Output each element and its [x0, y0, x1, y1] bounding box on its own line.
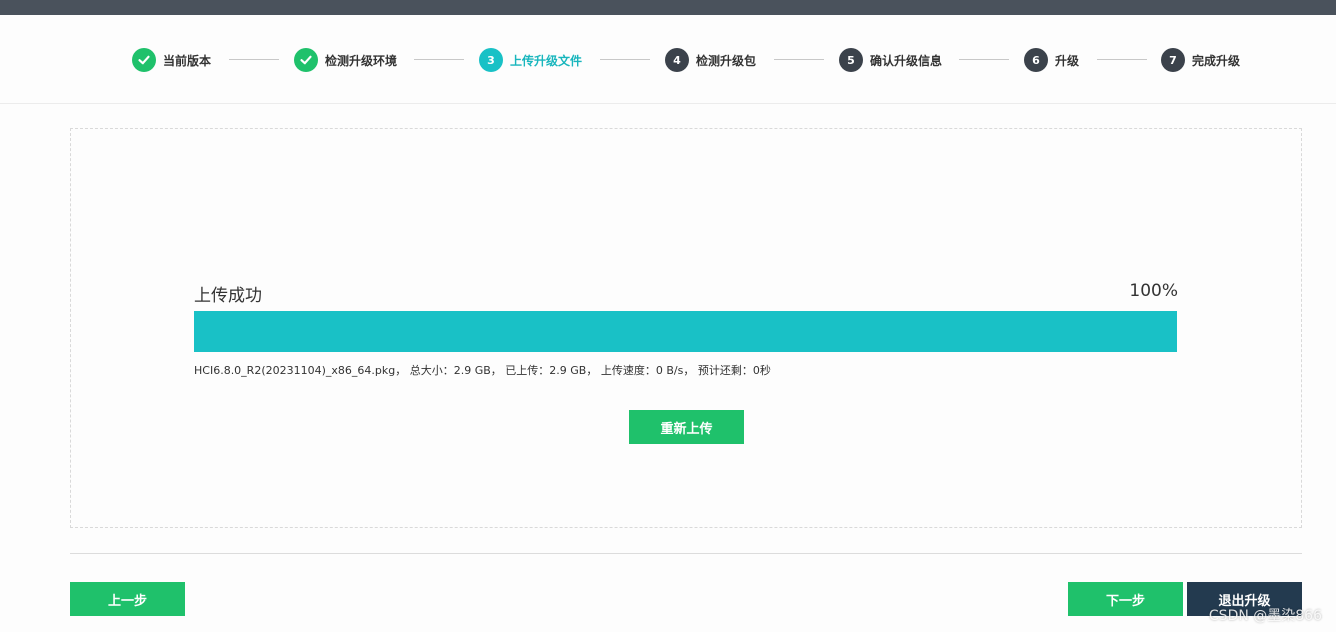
step-connector [774, 59, 824, 60]
step-label: 检测升级包 [696, 53, 757, 68]
step-connector [229, 59, 279, 60]
step-number-badge: 4 [665, 48, 689, 72]
step-number-badge: 6 [1024, 48, 1048, 72]
check-icon [132, 48, 156, 72]
step-current-version: 当前版本 [132, 48, 211, 72]
step-upload-file: 3 上传升级文件 [479, 48, 582, 72]
reupload-button[interactable]: 重新上传 [629, 410, 744, 444]
upload-file-info: HCI6.8.0_R2(20231104)_x86_64.pkg， 总大小：2.… [194, 364, 771, 377]
step-connector [414, 59, 464, 60]
step-label: 当前版本 [163, 53, 212, 68]
step-label: 完成升级 [1192, 53, 1241, 68]
upload-percent: 100% [1129, 281, 1178, 301]
watermark: CSDN @墨染866 [1208, 608, 1322, 624]
step-connector [1097, 59, 1147, 60]
step-upgrade: 6 升级 [1024, 48, 1079, 72]
step-connector [959, 59, 1009, 60]
check-icon [294, 48, 318, 72]
upload-progress-bar [194, 311, 1177, 352]
footer-divider [70, 553, 1302, 554]
step-number-badge: 7 [1161, 48, 1185, 72]
next-step-button[interactable]: 下一步 [1068, 582, 1183, 616]
top-bar [0, 0, 1336, 15]
upload-status: 上传成功 [194, 286, 262, 306]
previous-step-button[interactable]: 上一步 [70, 582, 185, 616]
step-check-package: 4 检测升级包 [665, 48, 756, 72]
step-number-badge: 5 [839, 48, 863, 72]
step-label: 上传升级文件 [510, 53, 583, 68]
upload-progress-fill [194, 311, 1177, 352]
step-number-badge: 3 [479, 48, 503, 72]
step-label: 检测升级环境 [325, 53, 398, 68]
step-finish-upgrade: 7 完成升级 [1161, 48, 1240, 72]
step-connector [600, 59, 650, 60]
upgrade-stepper: 当前版本 检测升级环境 3 上传升级文件 4 检测升级包 5 确认升级信息 6 … [0, 15, 1336, 104]
step-check-environment: 检测升级环境 [294, 48, 397, 72]
step-label: 确认升级信息 [870, 53, 943, 68]
step-confirm-info: 5 确认升级信息 [839, 48, 942, 72]
step-label: 升级 [1055, 53, 1080, 68]
